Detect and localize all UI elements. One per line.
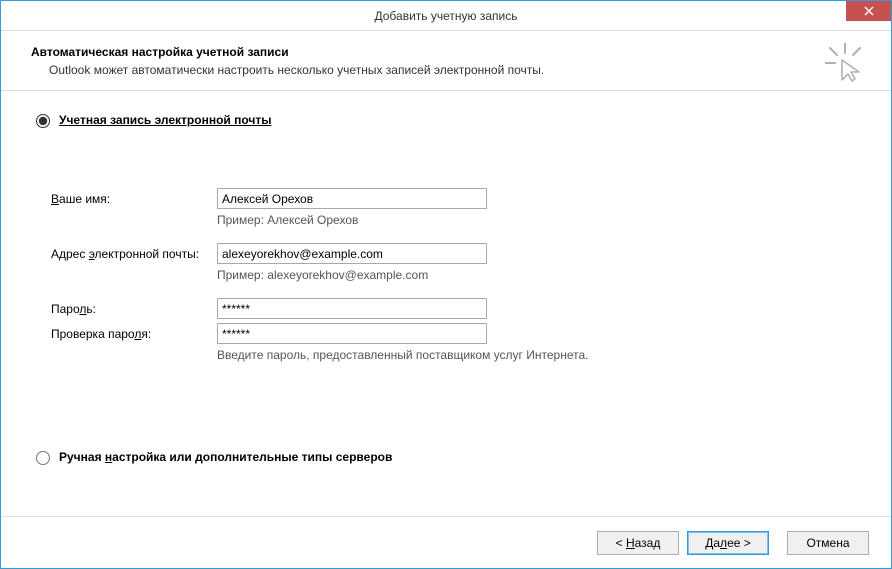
confirm-password-label: Проверка пароля:: [51, 327, 217, 341]
radio-email-account[interactable]: [36, 114, 50, 128]
email-input[interactable]: [217, 243, 487, 264]
wizard-header: Автоматическая настройка учетной записи …: [1, 31, 891, 91]
back-button[interactable]: < Назад: [597, 531, 679, 555]
next-button[interactable]: Далее >: [687, 531, 769, 555]
name-input[interactable]: [217, 188, 487, 209]
name-hint: Пример: Алексей Орехов: [217, 213, 358, 227]
name-label: Ваше имя:: [51, 192, 217, 206]
wizard-body: Учетная запись электронной почты Ваше им…: [1, 91, 891, 516]
password-label: Пароль:: [51, 302, 217, 316]
radio-manual-setup[interactable]: [36, 451, 50, 465]
add-account-dialog: Добавить учетную запись Автоматическая н…: [0, 0, 892, 569]
password-hint: Введите пароль, предоставленный поставщи…: [217, 348, 589, 362]
wizard-subtitle: Outlook может автоматически настроить не…: [49, 63, 861, 77]
email-form: Ваше имя: Пример: Алексей Орехов Адрес э…: [51, 188, 861, 362]
titlebar: Добавить учетную запись: [1, 1, 891, 31]
email-label: Адрес электронной почты:: [51, 247, 217, 261]
password-input[interactable]: [217, 298, 487, 319]
email-hint: Пример: alexeyorekhov@example.com: [217, 268, 428, 282]
cursor-click-icon: [825, 43, 865, 83]
wizard-footer: < Назад Далее > Отмена: [1, 516, 891, 568]
close-button[interactable]: [846, 1, 891, 21]
option-email-account[interactable]: Учетная запись электронной почты: [31, 111, 861, 128]
option-manual-setup[interactable]: Ручная настройка или дополнительные типы…: [31, 448, 861, 465]
window-title: Добавить учетную запись: [375, 9, 518, 23]
cancel-button[interactable]: Отмена: [787, 531, 869, 555]
radio-email-account-label[interactable]: Учетная запись электронной почты: [59, 113, 272, 127]
close-icon: [864, 6, 874, 16]
wizard-title: Автоматическая настройка учетной записи: [31, 45, 861, 59]
radio-manual-setup-label[interactable]: Ручная настройка или дополнительные типы…: [59, 450, 392, 464]
confirm-password-input[interactable]: [217, 323, 487, 344]
